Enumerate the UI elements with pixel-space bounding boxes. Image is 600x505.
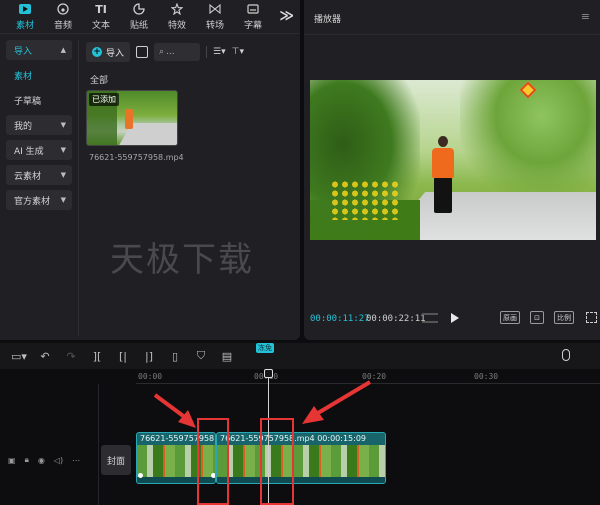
arrow-right xyxy=(316,380,372,415)
arrow-right-head xyxy=(302,406,324,424)
arrow-left xyxy=(153,393,188,420)
annotation-arrows xyxy=(153,380,372,428)
